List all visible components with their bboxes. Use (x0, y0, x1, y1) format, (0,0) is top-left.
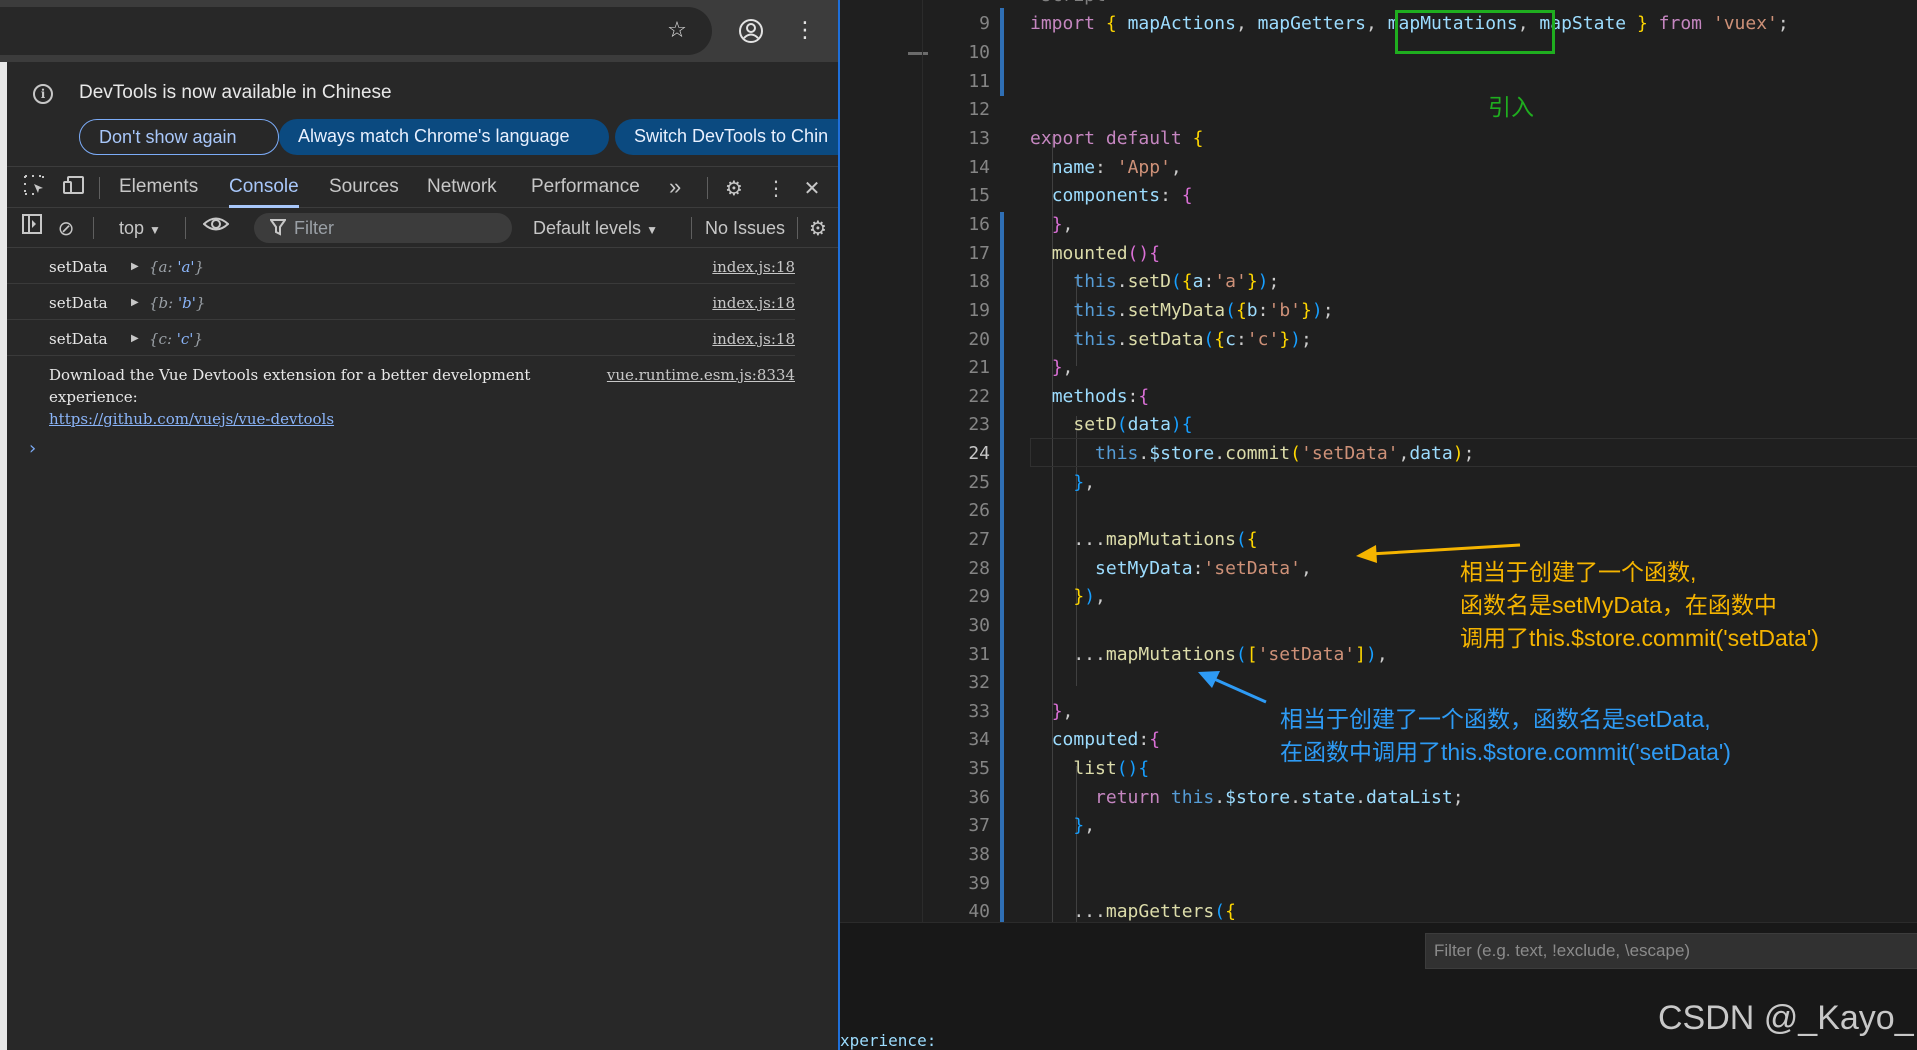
always-match-language-button[interactable]: Always match Chrome's language (279, 119, 609, 155)
devtools-link[interactable]: https://github.com/vuejs/vue-devtools (49, 408, 795, 430)
issues-counter[interactable]: No Issues (705, 208, 785, 248)
code-editor-pane: <script> 9 10 11 12 13 14 15 16 17 18 19… (838, 0, 1917, 1050)
log-source-link[interactable]: vue.runtime.esm.js:8334 (607, 364, 795, 386)
clear-console-icon[interactable]: ⊘ (51, 213, 81, 243)
console-prompt-icon[interactable]: › (29, 438, 36, 459)
browser-toolbar: ☆ ⋮ (0, 0, 838, 62)
annotation-line: 调用了this.$store.commit('setData') (1460, 625, 1819, 651)
address-bar[interactable] (0, 7, 712, 55)
separator (691, 217, 692, 239)
log-key: c (158, 330, 167, 348)
separator (185, 217, 186, 239)
switch-language-button[interactable]: Switch DevTools to Chin (615, 119, 838, 155)
log-message: Download the Vue Devtools extension for … (49, 366, 531, 406)
filter-input[interactable] (294, 213, 504, 243)
annotation-setmydata: 相当于创建了一个函数, 函数名是setMyData，在函数中 调用了this.$… (1460, 556, 1819, 655)
console-log-row: setData ▶ {c: 'c'} index.js:18 (7, 320, 795, 356)
more-vert-icon[interactable]: ⋮ (761, 173, 791, 203)
separator (93, 217, 94, 239)
yellow-arrow-line (1369, 543, 1521, 556)
log-value: 'a' (177, 258, 195, 276)
tab-network[interactable]: Network (427, 167, 497, 208)
infobar-message: DevTools is now available in Chinese (79, 82, 392, 103)
log-source-link[interactable]: index.js:18 (712, 258, 795, 276)
log-object[interactable]: {b: 'b'} (149, 294, 205, 312)
log-message: setData (49, 258, 108, 276)
expand-triangle-icon[interactable]: ▶ (131, 297, 139, 308)
tab-elements[interactable]: Elements (119, 167, 198, 208)
annotation-line: 相当于创建了一个函数，函数名是setData, (1280, 706, 1711, 732)
tab-sources[interactable]: Sources (329, 167, 399, 208)
settings-gear-icon[interactable]: ⚙ (719, 173, 749, 203)
log-message: setData (49, 294, 108, 312)
log-message: setData (49, 330, 108, 348)
dont-show-again-button[interactable]: Don't show again (79, 119, 279, 155)
dropdown-arrow-icon: ▼ (149, 223, 161, 237)
more-tabs-icon[interactable]: » (669, 167, 681, 208)
log-source-link[interactable]: index.js:18 (712, 330, 795, 348)
annotation-arrows (1198, 543, 1521, 704)
log-key: a (158, 258, 168, 276)
log-source-link[interactable]: index.js:18 (712, 294, 795, 312)
star-icon[interactable]: ☆ (660, 14, 694, 48)
page-edge (0, 62, 7, 1050)
devtools-tabbar: Elements Console Sources Network Perform… (7, 166, 838, 208)
context-label: top (119, 218, 145, 238)
annotation-line: 在函数中调用了this.$store.commit('setData') (1280, 739, 1731, 765)
annotation-setdata: 相当于创建了一个函数，函数名是setData, 在函数中调用了this.$sto… (1280, 703, 1731, 769)
account-icon[interactable] (734, 14, 768, 48)
yellow-arrow-head (1356, 545, 1377, 563)
log-value: 'c' (176, 330, 194, 348)
console-log-row: setData ▶ {b: 'b'} index.js:18 (7, 284, 795, 320)
inspect-element-icon[interactable] (19, 173, 49, 203)
blue-arrow-line (1211, 676, 1267, 704)
expand-triangle-icon[interactable]: ▶ (131, 261, 139, 272)
panel-text-fragment: xperience: (840, 1031, 937, 1050)
tab-performance[interactable]: Performance (531, 167, 640, 208)
log-object[interactable]: {a: 'a'} (149, 258, 204, 276)
sidebar-toggle-icon[interactable] (17, 213, 47, 243)
panel-filter-input[interactable] (1425, 933, 1917, 969)
output-panel: CSDN @_Kayo_ xperience: (840, 922, 1917, 1050)
filter-box (254, 213, 512, 243)
console-log-row: setData ▶ {a: 'a'} index.js:18 (7, 248, 795, 284)
log-levels-dropdown[interactable]: Default levels ▼ (533, 208, 658, 248)
log-levels-label: Default levels (533, 218, 642, 238)
device-toolbar-icon[interactable] (59, 173, 89, 203)
eye-icon[interactable] (201, 213, 231, 243)
log-object[interactable]: {c: 'c'} (149, 330, 203, 348)
log-key: b (158, 294, 169, 312)
annotation-line: 相当于创建了一个函数, (1460, 559, 1697, 585)
language-infobar: i DevTools is now available in Chinese D… (7, 62, 838, 162)
close-icon[interactable]: ✕ (797, 173, 827, 203)
watermark: CSDN @_Kayo_ (1658, 999, 1914, 1037)
dropdown-arrow-icon: ▼ (646, 223, 658, 237)
separator (797, 217, 798, 239)
log-value: 'b' (177, 294, 196, 312)
filter-icon (269, 217, 287, 242)
tab-console[interactable]: Console (229, 167, 299, 208)
expand-triangle-icon[interactable]: ▶ (131, 333, 139, 344)
context-selector[interactable]: top ▼ (119, 208, 161, 248)
console-output: setData ▶ {a: 'a'} index.js:18 setData ▶… (7, 248, 838, 1050)
chrome-devtools-pane: ☆ ⋮ i DevTools is now available in Chine… (0, 0, 838, 1050)
vue-devtools-log: Download the Vue Devtools extension for … (49, 364, 795, 430)
annotation-line: 函数名是setMyData，在函数中 (1460, 592, 1777, 618)
more-vert-icon[interactable]: ⋮ (788, 14, 822, 48)
console-settings-gear-icon[interactable]: ⚙ (803, 213, 833, 243)
separator (99, 177, 100, 199)
console-toolbar: ⊘ top ▼ Default levels ▼ No Issues ⚙ (7, 208, 838, 248)
separator (707, 177, 708, 199)
info-icon: i (33, 84, 53, 104)
